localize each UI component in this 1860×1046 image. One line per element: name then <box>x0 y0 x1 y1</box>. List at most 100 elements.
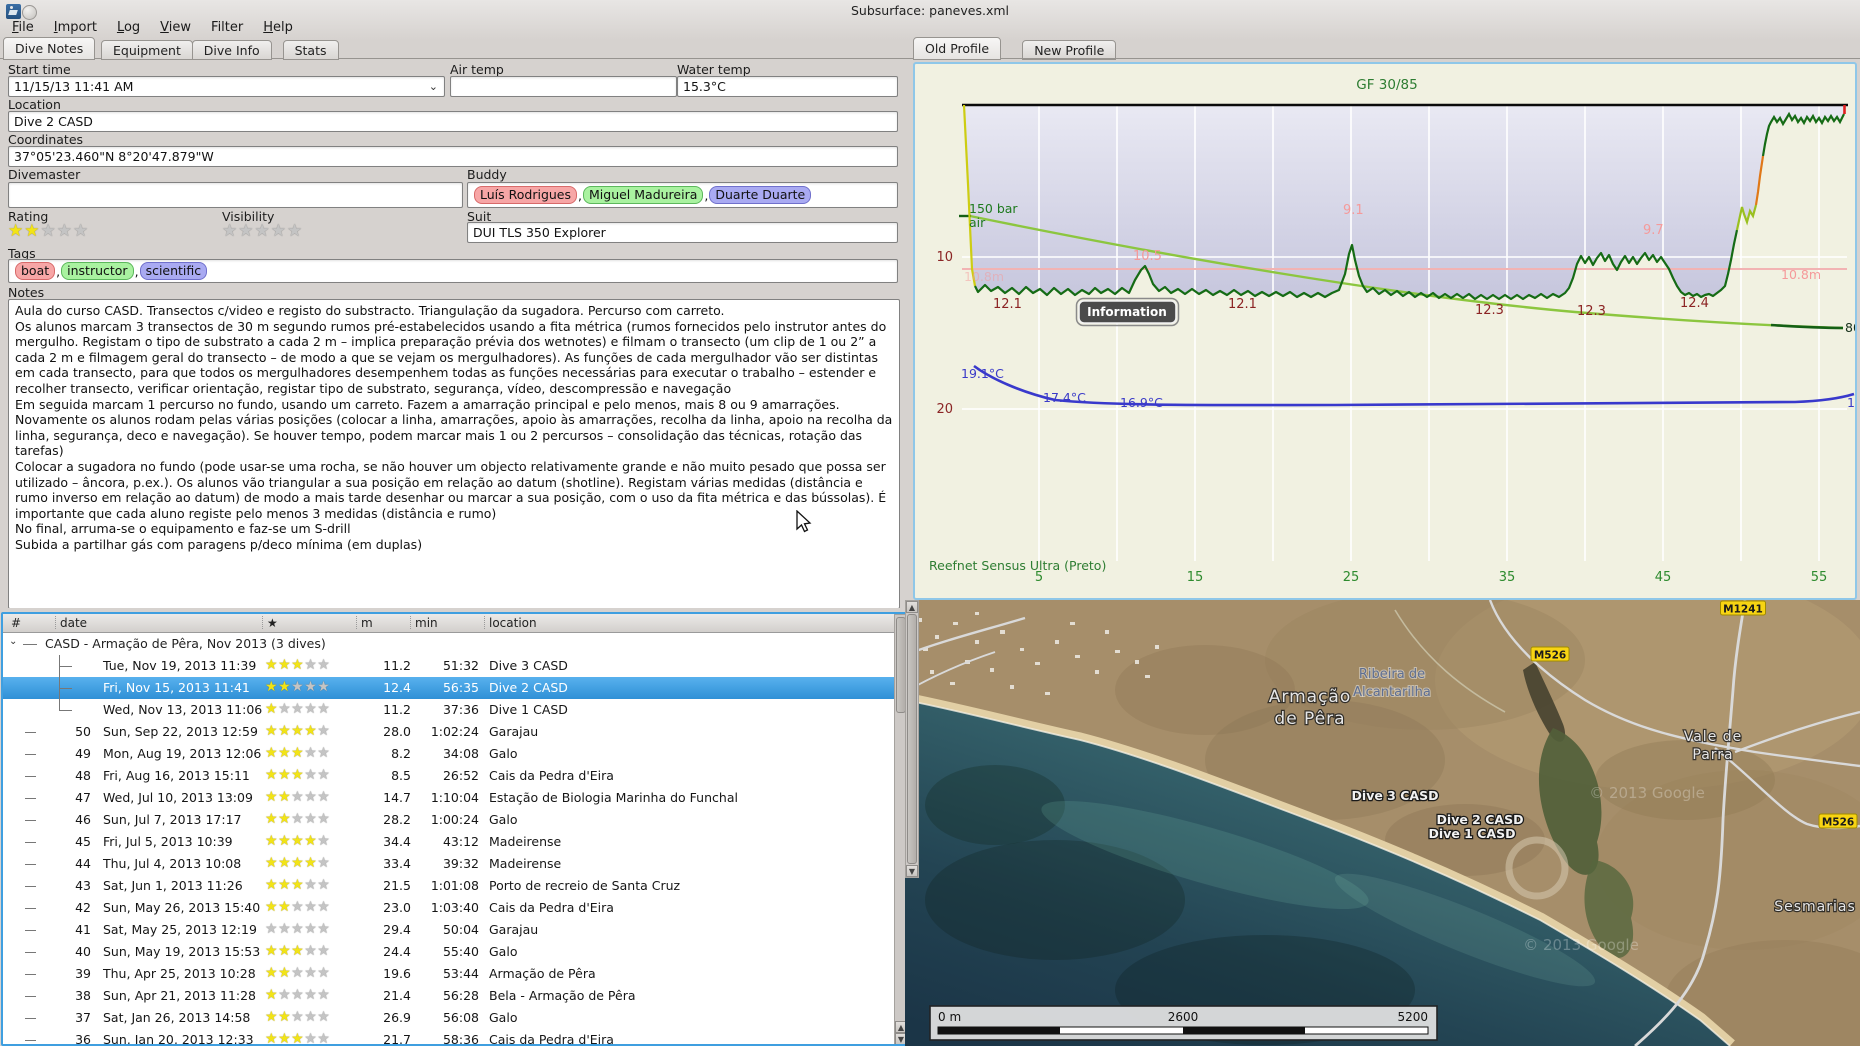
location-label: Location <box>8 97 61 112</box>
star-empty-icon: ★ <box>317 745 331 761</box>
star-empty-icon: ★ <box>304 921 318 937</box>
map-panel[interactable]: © 2013 Google © 2013 Google Armação de Pêr… <box>905 600 1860 1046</box>
dive-row[interactable]: Tue, Nov 19, 2013 11:39 ★★★★★ 11.2 51:32 Div… <box>3 655 907 677</box>
column-header-stars[interactable]: ★ <box>267 616 278 630</box>
tag-pill[interactable]: Luís Rodrigues <box>474 186 578 204</box>
satellite-map[interactable]: © 2013 Google © 2013 Google Armaçãode Pêr… <box>905 600 1860 1046</box>
dive-row[interactable]: 41 Sat, May 25, 2013 12:19 ★★★★★ 29.4 50:04 G… <box>3 919 907 941</box>
dive-profile-panel[interactable]: 102051525354555GF 30/85150 barair8010.8m… <box>913 62 1857 600</box>
dive-row[interactable]: 39 Thu, Apr 25, 2013 10:28 ★★★★★ 19.6 53:44 A… <box>3 963 907 985</box>
dive-row[interactable]: 46 Sun, Jul 7, 2013 17:17 ★★★★★ 28.2 1:00:24… <box>3 809 907 831</box>
star-filled-icon: ★ <box>304 855 318 871</box>
rating-stars[interactable]: ★★★★★ <box>8 221 89 240</box>
svg-text:Information: Information <box>1087 305 1167 319</box>
air-temp-input[interactable] <box>450 76 677 97</box>
x-axis-tick: 55 <box>1811 570 1828 585</box>
star-empty-icon: ★ <box>304 899 318 915</box>
start-time-combo[interactable]: 11/15/13 11:41 AM ⌄ <box>8 76 445 97</box>
scroll-down-button[interactable]: ▼ <box>906 865 918 877</box>
star-empty-icon: ★ <box>304 789 318 805</box>
star-empty-icon: ★ <box>73 221 90 241</box>
tab-old-profile[interactable]: Old Profile <box>913 37 1002 60</box>
star-filled-icon: ★ <box>278 833 292 849</box>
dive-profile-chart[interactable]: 102051525354555GF 30/85150 barair8010.8m… <box>915 64 1855 598</box>
tag-pill[interactable]: Miguel Madureira <box>583 186 704 204</box>
menu-log[interactable]: Log <box>111 18 146 36</box>
dive-row[interactable]: 37 Sat, Jan 26, 2013 14:58 ★★★★★ 26.9 56:08 G… <box>3 1007 907 1029</box>
menu-help[interactable]: Help <box>257 18 299 36</box>
dive-row[interactable]: Fri, Nov 15, 2013 11:41 ★★★★★ 12.4 56:35 Div… <box>3 677 907 699</box>
dive-site-label[interactable]: Dive 3 CASD <box>1350 787 1440 805</box>
svg-text:M526: M526 <box>1534 650 1566 662</box>
menu-import[interactable]: Import <box>48 18 103 36</box>
column-header-date[interactable]: date <box>60 616 87 630</box>
dive-row[interactable]: 43 Sat, Jun 1, 2013 11:26 ★★★★★ 21.5 1:01:08… <box>3 875 907 897</box>
star-empty-icon: ★ <box>304 811 318 827</box>
location-input[interactable]: Dive 2 CASD <box>8 111 898 132</box>
tab-equipment[interactable]: Equipment <box>101 40 193 60</box>
column-header-location[interactable]: location <box>489 616 537 630</box>
dive-row[interactable]: 42 Sun, May 26, 2013 15:40 ★★★★★ 23.0 1:03:4… <box>3 897 907 919</box>
information-tooltip[interactable]: Information <box>1075 297 1180 327</box>
star-empty-icon: ★ <box>317 855 331 871</box>
suit-input[interactable]: DUI TLS 350 Explorer <box>467 222 898 243</box>
star-filled-icon: ★ <box>304 723 318 739</box>
dive-row[interactable]: 49 Mon, Aug 19, 2013 12:06 ★★★★★ 8.2 34:08 Ga… <box>3 743 907 765</box>
dive-list-header[interactable]: # date ★ m min location <box>3 614 907 633</box>
star-filled-icon: ★ <box>265 1009 279 1025</box>
expander-icon[interactable]: ⌄ <box>9 636 17 647</box>
star-empty-icon: ★ <box>304 1031 318 1046</box>
tab-new-profile[interactable]: New Profile <box>1022 40 1117 60</box>
star-filled-icon: ★ <box>291 745 305 761</box>
divemaster-input[interactable] <box>8 182 463 208</box>
dive-site-label[interactable]: Dive 2 CASD <box>1435 811 1525 829</box>
star-filled-icon: ★ <box>265 745 279 761</box>
column-header-min[interactable]: min <box>415 616 438 630</box>
tab-stats[interactable]: Stats <box>282 40 339 60</box>
water-temp-input[interactable]: 15.3°C <box>677 76 898 97</box>
dive-site-label[interactable]: Dive 1 CASD <box>1427 825 1517 843</box>
star-empty-icon: ★ <box>222 221 239 241</box>
star-empty-icon: ★ <box>40 221 57 241</box>
dive-row[interactable]: 50 Sun, Sep 22, 2013 12:59 ★★★★★ 28.0 1:02:2… <box>3 721 907 743</box>
chart-annotation: 9.7 <box>1643 223 1664 238</box>
dive-row[interactable]: 38 Sun, Apr 21, 2013 11:28 ★★★★★ 21.4 56:28 B… <box>3 985 907 1007</box>
tab-dive-info[interactable]: Dive Info <box>191 40 272 60</box>
tag-pill[interactable]: instructor <box>61 262 134 280</box>
dive-row[interactable]: 40 Sun, May 19, 2013 15:53 ★★★★★ 24.4 55:40 G… <box>3 941 907 963</box>
x-axis-tick: 45 <box>1655 570 1672 585</box>
star-filled-icon: ★ <box>278 679 292 695</box>
dive-row[interactable]: 48 Fri, Aug 16, 2013 15:11 ★★★★★ 8.5 26:52 Ca… <box>3 765 907 787</box>
tab-dive-notes[interactable]: Dive Notes <box>3 37 96 60</box>
column-header-num[interactable]: # <box>11 616 21 630</box>
column-header-m[interactable]: m <box>361 616 373 630</box>
star-filled-icon: ★ <box>265 657 279 673</box>
tag-pill[interactable]: boat <box>15 262 56 280</box>
tags-input[interactable]: boat, instructor, scientific <box>8 259 898 283</box>
notes-textarea[interactable]: Aula do curso CASD. Transectos c/video e… <box>8 299 900 609</box>
coordinates-input[interactable]: 37°05'23.460"N 8°20'47.879"W <box>8 146 898 167</box>
map-scrollbar[interactable]: ▲ ▼ <box>905 600 919 878</box>
star-empty-icon: ★ <box>291 987 305 1003</box>
road-badge: M526 <box>1818 813 1858 829</box>
dive-row[interactable]: 45 Fri, Jul 5, 2013 10:39 ★★★★★ 34.4 43:12 Ma… <box>3 831 907 853</box>
buddy-input[interactable]: Luís Rodrigues, Miguel Madureira, Duarte… <box>467 182 898 208</box>
menu-file[interactable]: File <box>6 18 40 36</box>
menu-filter[interactable]: Filter <box>205 18 249 36</box>
menu-view[interactable]: View <box>154 18 197 36</box>
dive-row[interactable]: 47 Wed, Jul 10, 2013 13:09 ★★★★★ 14.7 1:10:0… <box>3 787 907 809</box>
star-empty-icon: ★ <box>304 1009 318 1025</box>
dive-row[interactable]: Wed, Nov 13, 2013 11:06 ★★★★★ 11.2 37:36 Div… <box>3 699 907 721</box>
star-empty-icon: ★ <box>304 657 318 673</box>
scroll-up-button[interactable]: ▲ <box>906 601 918 613</box>
svg-text:M526: M526 <box>1822 817 1854 829</box>
star-empty-icon: ★ <box>304 679 318 695</box>
dive-list[interactable]: # date ★ m min location ⌄ CASD - Armação de Pê… <box>1 612 909 1046</box>
dive-row[interactable]: 44 Thu, Jul 4, 2013 10:08 ★★★★★ 33.4 39:32 Ma… <box>3 853 907 875</box>
scrollbar-thumb[interactable] <box>907 614 917 864</box>
tag-pill[interactable]: scientific <box>139 262 208 280</box>
tag-pill[interactable]: Duarte Duarte <box>709 186 812 204</box>
visibility-stars[interactable]: ★★★★★ <box>222 221 303 240</box>
dive-row[interactable]: 36 Sun, Jan 20, 2013 12:33 ★★★★★ 21.7 58:36 C… <box>3 1029 907 1046</box>
dive-trip-row[interactable]: ⌄ CASD - Armação de Pêra, Nov 2013 (3 div… <box>3 633 907 655</box>
